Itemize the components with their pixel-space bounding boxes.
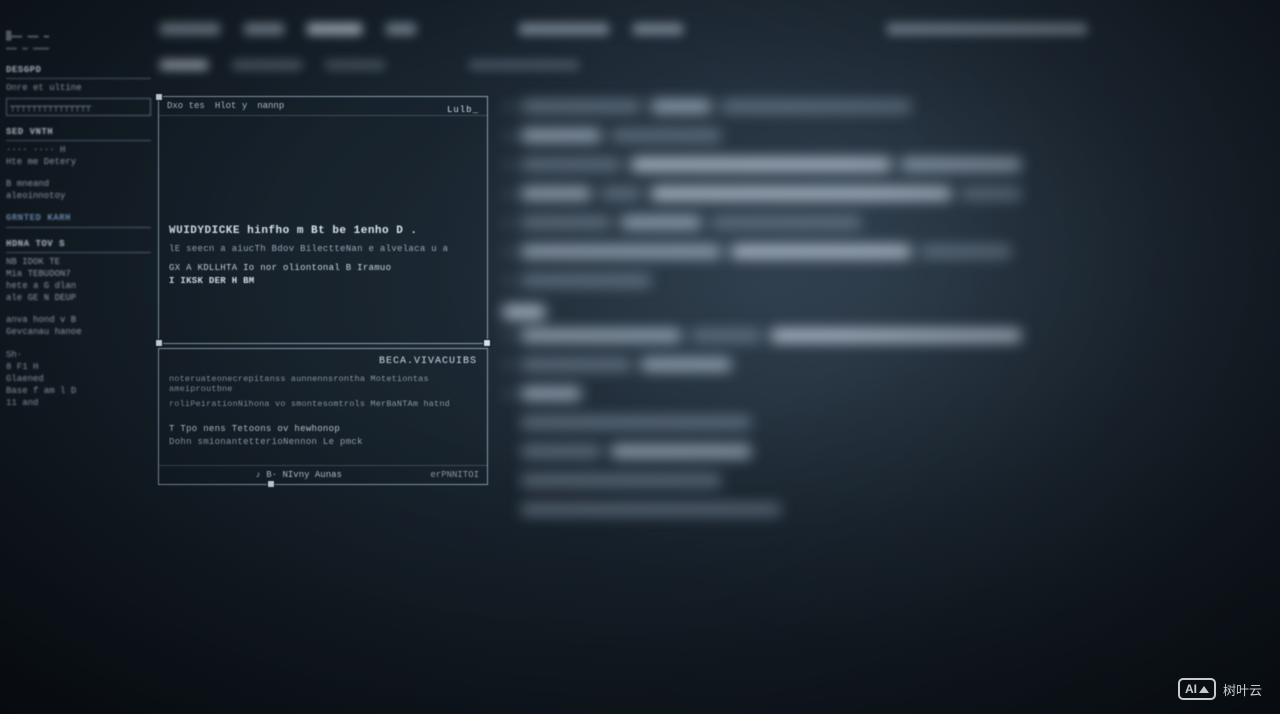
sidebar-line: Mia TEBUDON7	[6, 268, 151, 280]
sidebar-section-1-title: DESGPD	[6, 64, 151, 79]
sidebar-line: hete a G dlan	[6, 280, 151, 292]
watermark: AI 树叶云	[1178, 678, 1262, 700]
ai-badge-icon: AI	[1178, 678, 1216, 700]
footer-label: ♪ B· NIvny Aunas	[255, 470, 341, 480]
sidebar-line: Base f am l D	[6, 385, 151, 397]
sidebar-line: 8 F1 H	[6, 361, 151, 373]
panel-tag: Lulb_	[447, 105, 479, 115]
panel-dense-text: noteruateonecrepitanss aunnennsrontha Mo…	[169, 374, 477, 395]
center-panels: Dxo tes Hlot y nannp Lulb_ WUIDYDICKE hi…	[158, 96, 488, 489]
sidebar-line: B mneand	[6, 178, 151, 190]
detail-panel-1: Dxo tes Hlot y nannp Lulb_ WUIDYDICKE hi…	[158, 96, 488, 344]
sidebar-line: aleoinnotoy	[6, 190, 151, 202]
tab[interactable]: Hlot y	[215, 101, 247, 111]
sidebar-line: ale GE N DEUP	[6, 292, 151, 304]
panel-dense-text: roliPeirationNihona vo smontesomtrols Me…	[169, 399, 477, 410]
resize-handle[interactable]	[483, 339, 491, 347]
resize-handle[interactable]	[155, 339, 163, 347]
sidebar-line: Hte me Detery	[6, 156, 151, 168]
sidebar-line: ···· ···· H	[6, 144, 151, 156]
tab[interactable]: Dxo tes	[167, 101, 205, 111]
sidebar-line: anva hond v B	[6, 314, 151, 326]
resize-handle[interactable]	[267, 480, 275, 488]
badge-text: AI	[1185, 682, 1197, 696]
panel-title: WUIDYDICKE hinfho m Bt be 1enho D .	[169, 224, 477, 240]
sidebar-line: Sh·	[6, 349, 151, 361]
panel-line: GX A KDLLHTA Io nor oliontonal B Iramuo	[169, 262, 477, 275]
tab[interactable]: nannp	[257, 101, 284, 111]
sidebar-section-2-title: SED VNTH	[6, 126, 151, 141]
sidebar-line: Gevcanau hanoe	[6, 326, 151, 338]
sidebar-section-5-title: HDNA TOV S	[6, 238, 151, 253]
panel-footer: ♪ B· NIvny Aunas erPNNITOI	[159, 465, 487, 484]
sidebar-ruler-box: ┬┬┬┬┬┬┬┬┬┬┬┬┬┬┬	[6, 98, 151, 116]
resize-handle[interactable]	[155, 93, 163, 101]
sidebar-line: NB IDOK TE	[6, 256, 151, 268]
left-sidebar: █▬▬ ▬▬ ▬ ▬▬ ▬ ▬▬▬ DESGPD Onre et ultine …	[0, 0, 155, 714]
detail-panel-2: BECA.VIVACUIBS noteruateonecrepitanss au…	[158, 348, 488, 485]
panel-line: Dohn smionantetterioNennon Le pmck	[169, 436, 477, 449]
panel-line: I IKSK DER H BM	[169, 275, 477, 288]
sidebar-line: Glaened	[6, 373, 151, 385]
panel-heading: BECA.VIVACUIBS	[169, 355, 477, 370]
footer-right: erPNNITOI	[430, 470, 479, 480]
mountain-icon	[1199, 686, 1209, 693]
panel-line: T Tpo nens Tetoons ov hewhonop	[169, 423, 477, 436]
watermark-label: 树叶云	[1223, 680, 1262, 699]
sidebar-section-4-title: GRNTED KARH	[6, 212, 151, 227]
sidebar-line: Onre et ultine	[6, 82, 151, 94]
top-toolbar	[160, 20, 1260, 80]
sidebar-line: 11 and	[6, 397, 151, 409]
panel-subtitle: lE seecn a aiucTh Bdov BilectteNan e alv…	[169, 243, 477, 256]
blurred-code-area	[505, 100, 1270, 532]
panel-tabs: Dxo tes Hlot y nannp	[159, 97, 487, 116]
